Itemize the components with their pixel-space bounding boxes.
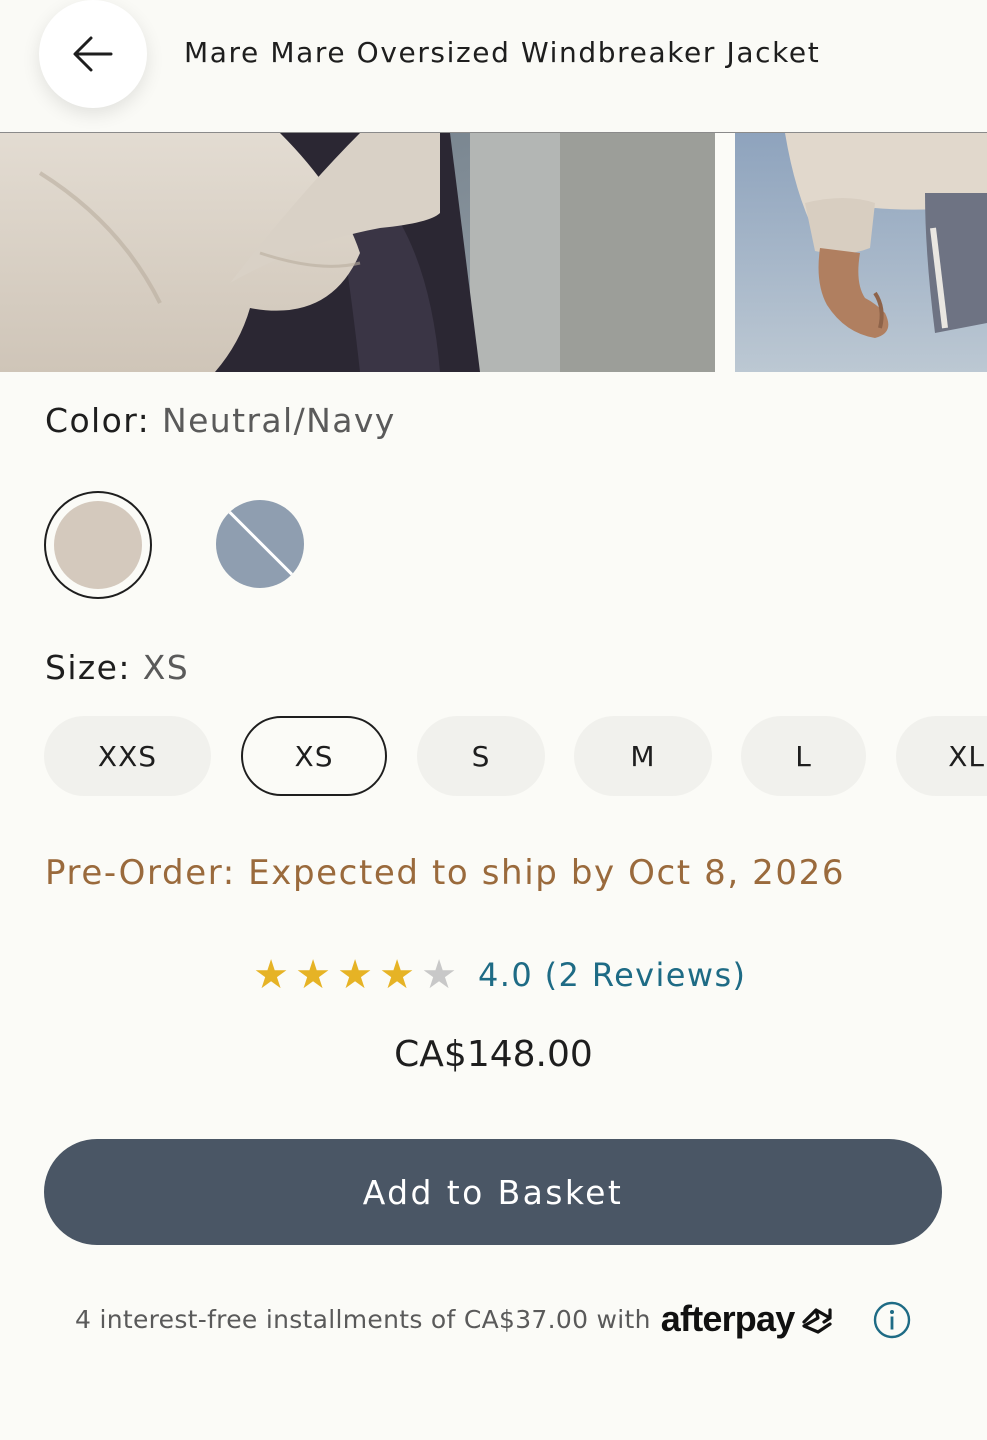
page-header: Mare Mare Oversized Windbreaker Jacket [0, 0, 987, 133]
product-price: CA$148.00 [394, 1034, 593, 1075]
jacket-photo-2[interactable] [735, 133, 987, 372]
size-option-xl[interactable]: XL [896, 716, 987, 796]
size-option-s[interactable]: S [417, 716, 545, 796]
color-selector-label: Color: Neutral/Navy [45, 401, 396, 440]
preorder-notice: Pre-Order: Expected to ship by Oct 8, 20… [45, 853, 846, 893]
star-filled-icon: ★ [337, 952, 373, 998]
color-value: Neutral/Navy [162, 401, 396, 440]
size-label: Size: [45, 648, 131, 687]
star-filled-icon: ★ [295, 952, 331, 998]
reviews-link[interactable]: 4.0 (2 Reviews) [478, 956, 746, 994]
afterpay-text: 4 interest-free installments of CA$37.00… [75, 1304, 651, 1334]
size-value: XS [142, 648, 190, 687]
unavailable-slash-icon [222, 504, 300, 583]
size-option-l[interactable]: L [741, 716, 866, 796]
back-button[interactable] [39, 0, 147, 108]
info-icon[interactable] [873, 1301, 911, 1339]
star-empty-icon: ★ [421, 952, 457, 998]
star-filled-icon: ★ [379, 952, 415, 998]
color-label: Color: [45, 401, 151, 440]
size-option-xxs[interactable]: XXS [44, 716, 211, 796]
color-swatch-neutral[interactable] [54, 501, 142, 589]
product-title: Mare Mare Oversized Windbreaker Jacket [184, 36, 821, 69]
afterpay-mark-icon [796, 1300, 838, 1338]
size-selector-label: Size: XS [45, 648, 189, 687]
rating[interactable]: ★ ★ ★ ★ ★ 4.0 (2 Reviews) [250, 955, 746, 995]
size-option-m[interactable]: M [574, 716, 712, 796]
afterpay-logo: afterpay [660, 1298, 795, 1339]
afterpay-installments: 4 interest-free installments of CA$37.00… [75, 1298, 838, 1340]
product-gallery[interactable] [0, 133, 987, 372]
size-option-xs[interactable]: XS [241, 716, 387, 796]
star-filled-icon: ★ [253, 952, 289, 998]
color-swatch-navy-unavailable[interactable] [216, 500, 304, 588]
jacket-photo-1[interactable] [0, 133, 715, 372]
add-to-basket-button[interactable]: Add to Basket [44, 1139, 942, 1245]
arrow-left-icon [73, 36, 113, 72]
